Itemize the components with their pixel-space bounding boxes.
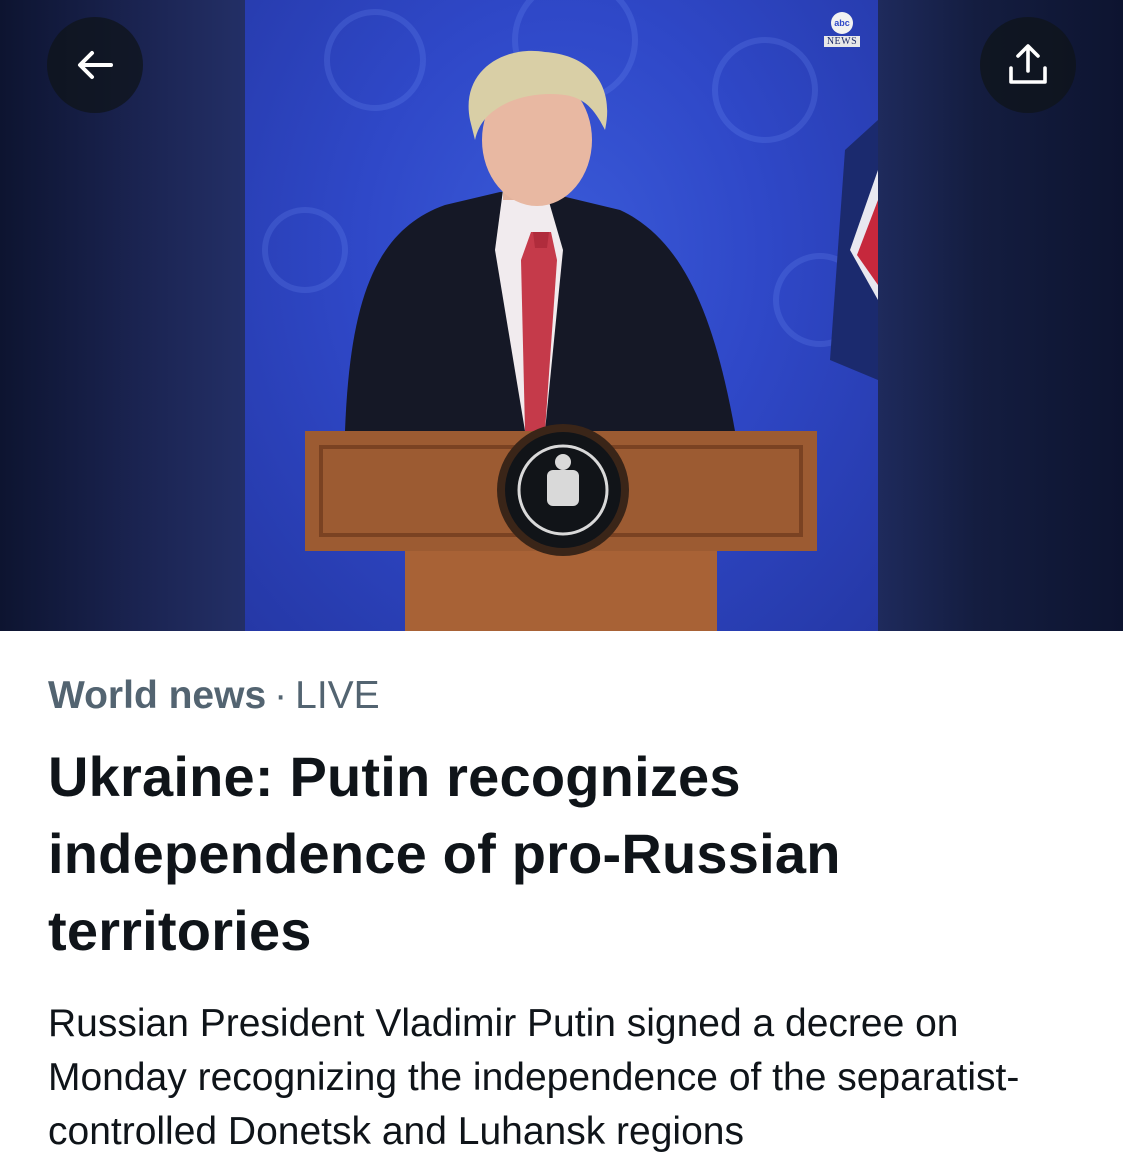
article-media[interactable]: abc NEWS — [0, 0, 1123, 631]
category-label[interactable]: World news — [48, 674, 266, 717]
news-logo-text: NEWS — [823, 36, 861, 47]
article-content: World news · LIVE Ukraine: Putin recognize… — [48, 672, 1088, 1159]
meta-separator: · — [274, 674, 288, 717]
article-headline: Ukraine: Putin recognizes independence o… — [48, 745, 841, 962]
abc-news-logo: abc NEWS — [818, 12, 866, 52]
press-conference-image — [262, 0, 878, 631]
article-meta: World news · LIVE — [48, 672, 1088, 720]
abc-logo-bug: abc — [831, 12, 853, 34]
arrow-left-icon — [78, 51, 113, 79]
share-upload-icon — [1009, 44, 1047, 84]
back-button[interactable] — [47, 17, 143, 113]
live-status: LIVE — [295, 674, 380, 717]
video-frame[interactable] — [245, 0, 878, 631]
article-summary: Russian President Vladimir Putin signed … — [48, 1002, 1020, 1153]
share-button[interactable] — [980, 17, 1076, 113]
